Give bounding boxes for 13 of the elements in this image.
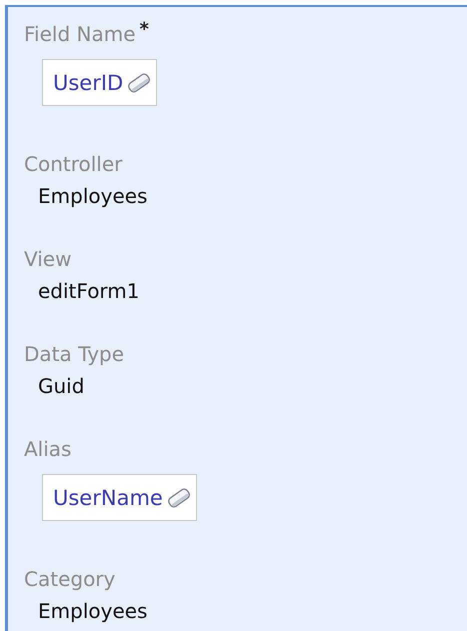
field-value: Employees [38,598,148,624]
field-value: editForm1 [38,278,141,304]
field-label: Alias [24,436,72,462]
field-label: View [24,246,72,272]
required-mark: * [140,21,149,39]
field-label: Controller [24,151,122,177]
field-value: Guid [38,373,86,399]
field-label: Data Type [24,341,124,367]
field-label: Field Name [24,21,136,47]
field-link[interactable]: UserID [42,59,158,106]
field-label: Category [24,566,116,592]
field-link[interactable]: UserName [42,474,197,521]
field-value: Employees [38,183,148,209]
